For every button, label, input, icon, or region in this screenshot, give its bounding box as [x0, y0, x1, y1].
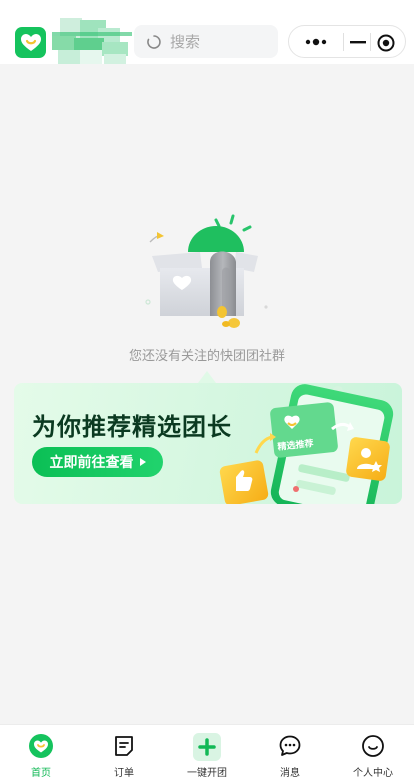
phone-recommend-illustration: 精选推荐 [219, 384, 394, 504]
header [0, 0, 414, 64]
capsule-divider [370, 33, 371, 51]
tab-messages[interactable]: 消息 [249, 725, 331, 780]
app-logo[interactable] [15, 27, 46, 58]
plus-icon [193, 733, 221, 761]
bottom-tab-bar: 首页 订单 一键开团 消息 个人中心 [0, 724, 414, 780]
loading-spinner-icon [147, 34, 161, 49]
banner-pointer [198, 371, 216, 383]
tab-start-group[interactable]: 一键开团 [166, 725, 248, 780]
heart-logo-icon [29, 734, 53, 758]
tab-label: 一键开团 [187, 768, 227, 779]
go-view-button[interactable]: 立即前往查看 [32, 447, 163, 477]
close-target-icon[interactable] [376, 33, 396, 53]
tab-home[interactable]: 首页 [0, 725, 82, 780]
play-arrow-icon [139, 458, 146, 466]
capsule-divider [343, 33, 344, 51]
tab-label: 个人中心 [353, 768, 393, 779]
recommend-leaders-banner[interactable]: 为你推荐精选团长 立即前往查看 精选推荐 [14, 383, 402, 504]
empty-state-message: 您还没有关注的快团团社群 [128, 349, 285, 364]
chat-bubble-icon [279, 735, 301, 756]
banner-title: 为你推荐精选团长 [32, 413, 232, 441]
tab-label: 消息 [280, 768, 300, 779]
more-dots-icon[interactable] [303, 37, 333, 47]
tab-orders[interactable]: 订单 [83, 725, 165, 780]
empty-box-illustration [145, 214, 268, 328]
go-view-button-label: 立即前往查看 [49, 455, 134, 471]
miniprogram-capsule [288, 25, 406, 58]
minimize-icon[interactable] [349, 34, 367, 50]
page: 您还没有关注的快团团社群 为你推荐精选团长 立即前往查看 [0, 0, 414, 780]
blurred-community-name [52, 18, 132, 64]
tab-profile[interactable]: 个人中心 [332, 725, 414, 780]
tab-label: 首页 [31, 768, 51, 779]
heart-logo-icon [20, 33, 41, 51]
search-box[interactable] [134, 25, 278, 58]
search-input[interactable] [170, 32, 270, 51]
order-list-icon [115, 736, 133, 756]
tab-label: 订单 [114, 768, 134, 779]
smile-face-icon [362, 735, 384, 757]
